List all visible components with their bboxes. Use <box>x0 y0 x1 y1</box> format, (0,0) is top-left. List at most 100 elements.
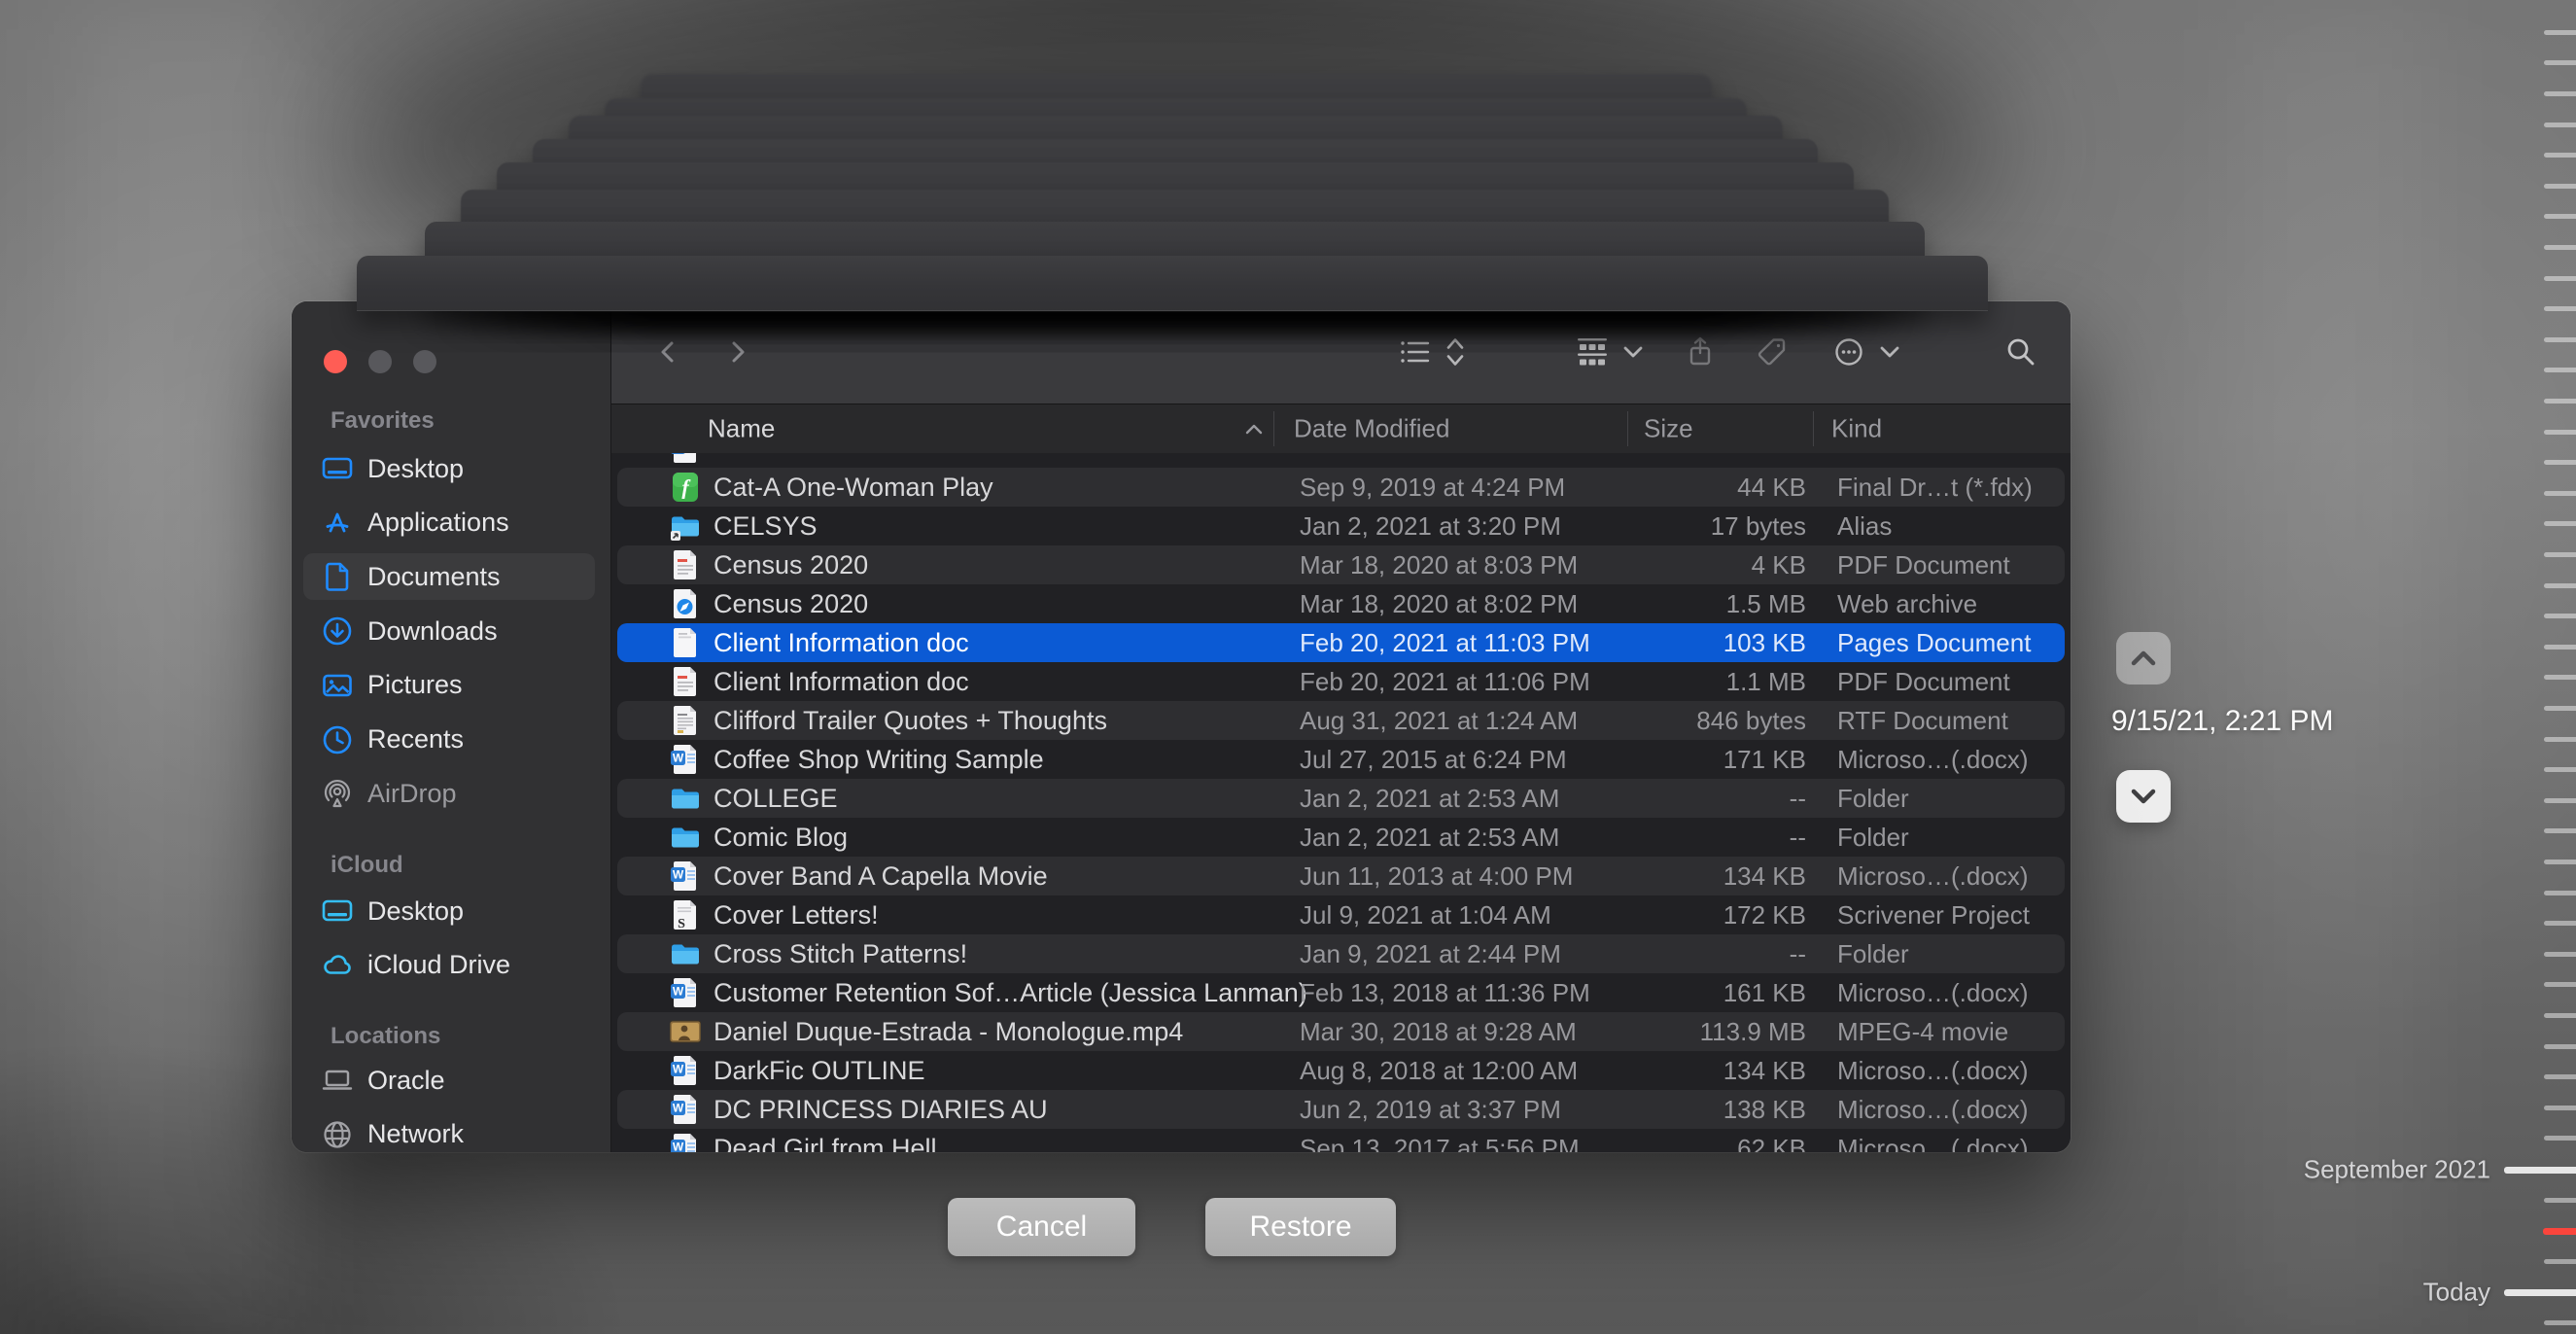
tag-icon[interactable] <box>1758 337 1788 368</box>
timeline-tick[interactable] <box>2544 706 2576 711</box>
sidebar-item-desktop[interactable]: Desktop <box>303 888 595 934</box>
timeline-tick[interactable] <box>2544 1044 2576 1049</box>
timeline-tick[interactable] <box>2544 399 2576 404</box>
timeline-current-snapshot-tick[interactable] <box>2543 1228 2576 1235</box>
file-row[interactable]: Census 2020Mar 18, 2020 at 8:03 PM4 KBPD… <box>617 545 2065 584</box>
sidebar-item-label: Network <box>367 1119 464 1149</box>
timeline-tick[interactable] <box>2544 276 2576 281</box>
timeline-tick[interactable] <box>2544 737 2576 742</box>
group-icon[interactable] <box>1577 336 1608 368</box>
sidebar-item-desktop[interactable]: Desktop <box>303 445 595 492</box>
timeline-tick[interactable] <box>2544 982 2576 987</box>
list-view-icon[interactable] <box>1399 337 1432 367</box>
sidebar-item-airdrop[interactable]: AirDrop <box>303 770 595 817</box>
file-row[interactable]: WCover Band A Capella MovieJun 11, 2013 … <box>617 857 2065 895</box>
back-icon[interactable] <box>652 336 683 368</box>
restore-button[interactable]: Restore <box>1205 1198 1396 1256</box>
file-row[interactable]: Client Information docFeb 20, 2021 at 11… <box>617 662 2065 701</box>
timeline-tick[interactable] <box>2544 1136 2576 1141</box>
timeline-tick[interactable] <box>2544 430 2576 435</box>
column-divider[interactable] <box>1813 411 1814 446</box>
file-kind: Folder <box>1837 784 1909 814</box>
timeline-tick[interactable] <box>2544 184 2576 189</box>
timeline-tick[interactable] <box>2544 614 2576 618</box>
file-row[interactable]: COLLEGEJan 2, 2021 at 2:53 AM--Folder <box>617 779 2065 818</box>
sidebar-item-label: Desktop <box>367 454 464 484</box>
file-row[interactable]: WCoffee Shop Writing SampleJul 27, 2015 … <box>617 740 2065 779</box>
sidebar-item-downloads[interactable]: Downloads <box>303 608 595 654</box>
timeline-tick[interactable] <box>2544 583 2576 588</box>
timeline-tick[interactable] <box>2544 645 2576 649</box>
timeline-tick[interactable] <box>2544 552 2576 557</box>
view-chevrons-icon[interactable] <box>1445 337 1465 368</box>
file-row[interactable]: SCover Letters!Jul 9, 2021 at 1:04 AM172… <box>617 895 2065 934</box>
timeline-tick[interactable] <box>2544 952 2576 957</box>
timeline-tick[interactable] <box>2544 60 2576 65</box>
share-icon[interactable] <box>1686 336 1715 368</box>
timeline-tick[interactable] <box>2544 337 2576 342</box>
timeline-tick[interactable] <box>2544 675 2576 680</box>
group-chevron-icon[interactable] <box>1622 341 1644 363</box>
sidebar-item-network[interactable]: Network <box>303 1111 595 1152</box>
timeline-tick[interactable] <box>2544 860 2576 864</box>
sidebar-item-label: Downloads <box>367 616 498 647</box>
column-header-size[interactable]: Size <box>1644 414 1693 444</box>
timeline-tick[interactable] <box>2544 91 2576 96</box>
sidebar-item-documents[interactable]: Documents <box>303 553 595 600</box>
timeline-tick[interactable] <box>2544 153 2576 158</box>
sidebar-item-oracle[interactable]: Oracle <box>303 1057 595 1104</box>
sidebar-item-icloud-drive[interactable]: iCloud Drive <box>303 942 595 989</box>
file-row[interactable]: Clifford Trailer Quotes + ThoughtsAug 31… <box>617 701 2065 740</box>
timeline-tick[interactable] <box>2544 1198 2576 1203</box>
timeline-tick[interactable] <box>2544 891 2576 895</box>
sidebar-item-pictures[interactable]: Pictures <box>303 662 595 709</box>
sidebar-item-recents[interactable]: Recents <box>303 717 595 763</box>
timeline-today-tick[interactable] <box>2504 1289 2576 1296</box>
timeline-tick[interactable] <box>2544 921 2576 926</box>
timeline-tick[interactable] <box>2544 828 2576 833</box>
timeline-tick[interactable] <box>2544 245 2576 250</box>
timeline-tick[interactable] <box>2544 798 2576 803</box>
file-row[interactable]: Daniel Duque-Estrada - Monologue.mp4Mar … <box>617 1012 2065 1051</box>
timeline-tick[interactable] <box>2544 368 2576 372</box>
more-icon[interactable] <box>1833 336 1864 368</box>
file-row[interactable]: Comic BlogJan 2, 2021 at 2:53 AM--Folder <box>617 818 2065 857</box>
file-row[interactable]: Cross Stitch Patterns!Jan 9, 2021 at 2:4… <box>617 934 2065 973</box>
sidebar-item-applications[interactable]: Applications <box>303 500 595 546</box>
file-row[interactable]: fCat-A One-Woman PlaySep 9, 2019 at 4:24… <box>617 468 2065 507</box>
timeline-tick[interactable] <box>2544 1106 2576 1110</box>
timeline-tick[interactable] <box>2544 521 2576 526</box>
close-button[interactable] <box>324 350 347 373</box>
more-chevron-icon[interactable] <box>1879 341 1900 363</box>
timeline-tick[interactable] <box>2544 491 2576 496</box>
timeline-tick[interactable] <box>2544 1320 2576 1325</box>
file-row-partial[interactable]: W <box>617 453 2065 468</box>
column-header-date-modified[interactable]: Date Modified <box>1294 414 1449 444</box>
timeline-tick[interactable] <box>2544 1013 2576 1018</box>
search-icon[interactable] <box>2005 336 2036 368</box>
timeline-tick[interactable] <box>2544 214 2576 219</box>
timeline-tick[interactable] <box>2544 767 2576 772</box>
file-row[interactable]: WDead Girl from HellSep 13, 2017 at 5:56… <box>617 1129 2065 1152</box>
timeline-tick[interactable] <box>2544 460 2576 465</box>
timemachine-forward-button[interactable] <box>2116 632 2171 685</box>
timeline-tick[interactable] <box>2544 1074 2576 1079</box>
file-row[interactable]: Census 2020Mar 18, 2020 at 8:02 PM1.5 MB… <box>617 584 2065 623</box>
column-divider[interactable] <box>1273 411 1274 446</box>
file-row[interactable]: CELSYSJan 2, 2021 at 3:20 PM17 bytesAlia… <box>617 507 2065 545</box>
file-row[interactable]: WDC PRINCESS DIARIES AUJun 2, 2019 at 3:… <box>617 1090 2065 1129</box>
column-header-name[interactable]: Name <box>708 414 775 444</box>
file-row[interactable]: WDarkFic OUTLINEAug 8, 2018 at 12:00 AM1… <box>617 1051 2065 1090</box>
column-divider[interactable] <box>1627 411 1628 446</box>
column-header-kind[interactable]: Kind <box>1831 414 1882 444</box>
timeline-tick[interactable] <box>2544 123 2576 127</box>
cancel-button[interactable]: Cancel <box>948 1198 1135 1256</box>
file-row[interactable]: WCustomer Retention Sof…Article (Jessica… <box>617 973 2065 1012</box>
timemachine-back-button[interactable] <box>2116 770 2171 823</box>
file-row[interactable]: Client Information docFeb 20, 2021 at 11… <box>617 623 2065 662</box>
forward-icon[interactable] <box>722 336 753 368</box>
timeline-month-tick[interactable] <box>2504 1167 2576 1174</box>
timeline-tick[interactable] <box>2544 30 2576 35</box>
timeline-tick[interactable] <box>2544 306 2576 311</box>
timeline-tick[interactable] <box>2544 1259 2576 1264</box>
